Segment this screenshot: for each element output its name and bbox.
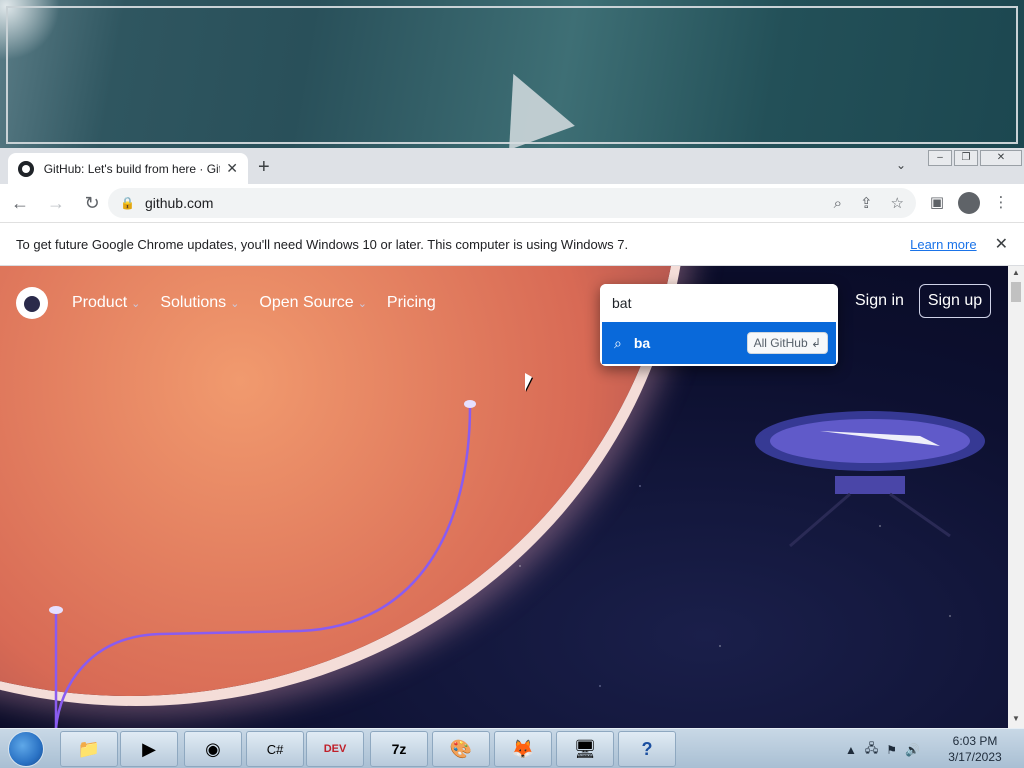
taskbar-chrome[interactable]: ◉ xyxy=(184,731,242,767)
scroll-thumb[interactable] xyxy=(1011,282,1021,302)
github-logo-icon[interactable] xyxy=(16,287,48,319)
search-suggestion-row[interactable]: ⌕ ba All GitHub ↲ xyxy=(602,322,836,364)
minimize-button[interactable]: – xyxy=(928,150,952,166)
system-tray: ▲ 🖧 ⚑ 🔊 xyxy=(845,739,928,760)
taskbar-media-player[interactable]: ▶ xyxy=(120,731,178,767)
volume-icon[interactable]: 🔊 xyxy=(905,743,920,757)
suggestion-text: ba xyxy=(633,335,651,351)
taskbar-dev-cpp[interactable]: DEV xyxy=(306,731,364,767)
chrome-window: GitHub: Let's build from here · GitHub ✕… xyxy=(0,148,1024,728)
infobar-text: To get future Google Chrome updates, you… xyxy=(16,236,629,252)
chevron-down-icon: ⌄ xyxy=(230,298,240,310)
chevron-down-icon: ⌄ xyxy=(131,298,141,310)
new-tab-button[interactable]: + xyxy=(258,156,270,179)
nav-product[interactable]: Product ⌄ xyxy=(72,294,140,312)
share-icon[interactable]: ⇪ xyxy=(860,194,873,212)
search-icon[interactable]: ⌕ xyxy=(834,195,842,212)
back-button[interactable]: ← xyxy=(4,187,36,219)
tab-search-button[interactable]: ⌄ xyxy=(896,158,906,172)
all-github-badge: All GitHub ↲ xyxy=(746,332,828,354)
scroll-up-icon[interactable]: ▲ xyxy=(1012,268,1020,277)
windows-taskbar: 📁 ▶ ◉ C# DEV 7z 🎨 🦊 🖥 ? ▲ 🖧 ⚑ 🔊 6:03 PM … xyxy=(0,728,1024,768)
desktop-wallpaper xyxy=(0,0,1024,150)
action-center-flag-icon[interactable]: ⚑ xyxy=(886,743,897,757)
taskbar-firefox[interactable]: 🦊 xyxy=(494,731,552,767)
page-scrollbar[interactable]: ▲ ▼ xyxy=(1008,266,1024,728)
taskbar-network[interactable]: 🖥 xyxy=(556,731,614,767)
taskbar-csharp[interactable]: C# xyxy=(246,731,304,767)
learn-more-link[interactable]: Learn more xyxy=(910,237,976,252)
taskbar-paint[interactable]: 🎨 xyxy=(432,731,490,767)
reload-button[interactable]: ↻ xyxy=(76,187,108,219)
github-page: Product ⌄ Solutions ⌄ Open Source ⌄ Pricing… xyxy=(0,266,1008,728)
taskbar-7zip[interactable]: 7z xyxy=(370,731,428,767)
tab-strip: GitHub: Let's build from here · GitHub ✕… xyxy=(0,148,1024,184)
show-hidden-icons-icon[interactable]: ▲ xyxy=(845,743,857,757)
close-window-button[interactable]: ✕ xyxy=(980,150,1022,166)
menu-kebab-icon[interactable]: ⋮ xyxy=(990,192,1012,214)
start-button[interactable] xyxy=(8,731,44,767)
nav-pricing[interactable]: Pricing xyxy=(387,294,436,312)
forward-button[interactable]: → xyxy=(40,187,72,219)
toolbar-right: ▣ ⋮ xyxy=(926,192,1022,214)
sign-in-link[interactable]: Sign in xyxy=(855,292,904,310)
nav-solutions[interactable]: Solutions ⌄ xyxy=(160,294,239,312)
taskbar-help[interactable]: ? xyxy=(618,731,676,767)
address-bar[interactable]: 🔒 github.com ⌕ ⇪ ☆ xyxy=(108,188,916,218)
url-text[interactable]: github.com xyxy=(145,195,816,211)
github-search-box: ⌕ ba All GitHub ↲ xyxy=(600,284,838,366)
mouse-cursor-icon xyxy=(525,373,532,391)
tab-title: GitHub: Let's build from here · GitHub xyxy=(43,161,221,176)
scroll-down-icon[interactable]: ▼ xyxy=(1012,714,1020,723)
lock-icon[interactable]: 🔒 xyxy=(120,196,135,210)
taskbar-file-explorer[interactable]: 📁 xyxy=(60,731,118,767)
side-panel-icon[interactable]: ▣ xyxy=(926,192,948,214)
tab-close-icon[interactable]: ✕ xyxy=(226,160,238,177)
search-input[interactable] xyxy=(600,284,838,322)
search-icon: ⌕ xyxy=(614,334,622,351)
bookmark-star-icon[interactable]: ☆ xyxy=(891,194,904,212)
system-clock[interactable]: 6:03 PM 3/17/2023 xyxy=(940,733,1010,765)
clock-time: 6:03 PM xyxy=(952,734,998,748)
github-favicon-icon xyxy=(18,160,34,177)
tab-github[interactable]: GitHub: Let's build from here · GitHub ✕ xyxy=(8,153,248,184)
clock-date: 3/17/2023 xyxy=(948,750,1002,764)
profile-avatar-icon[interactable] xyxy=(958,192,980,214)
helicopter-drone-illustration xyxy=(755,411,985,548)
browser-toolbar: ← → ↻ 🔒 github.com ⌕ ⇪ ☆ ▣ ⋮ xyxy=(0,184,1024,222)
update-infobar: To get future Google Chrome updates, you… xyxy=(0,222,1024,266)
sign-up-button[interactable]: Sign up xyxy=(919,284,991,318)
nav-open-source[interactable]: Open Source ⌄ xyxy=(259,294,367,312)
window-controls: – ❐ ✕ xyxy=(928,150,1024,166)
network-icon[interactable]: 🖧 xyxy=(865,739,878,760)
infobar-close-icon[interactable]: ✕ xyxy=(995,234,1008,254)
restore-button[interactable]: ❐ xyxy=(954,150,978,166)
chevron-down-icon: ⌄ xyxy=(357,298,367,310)
